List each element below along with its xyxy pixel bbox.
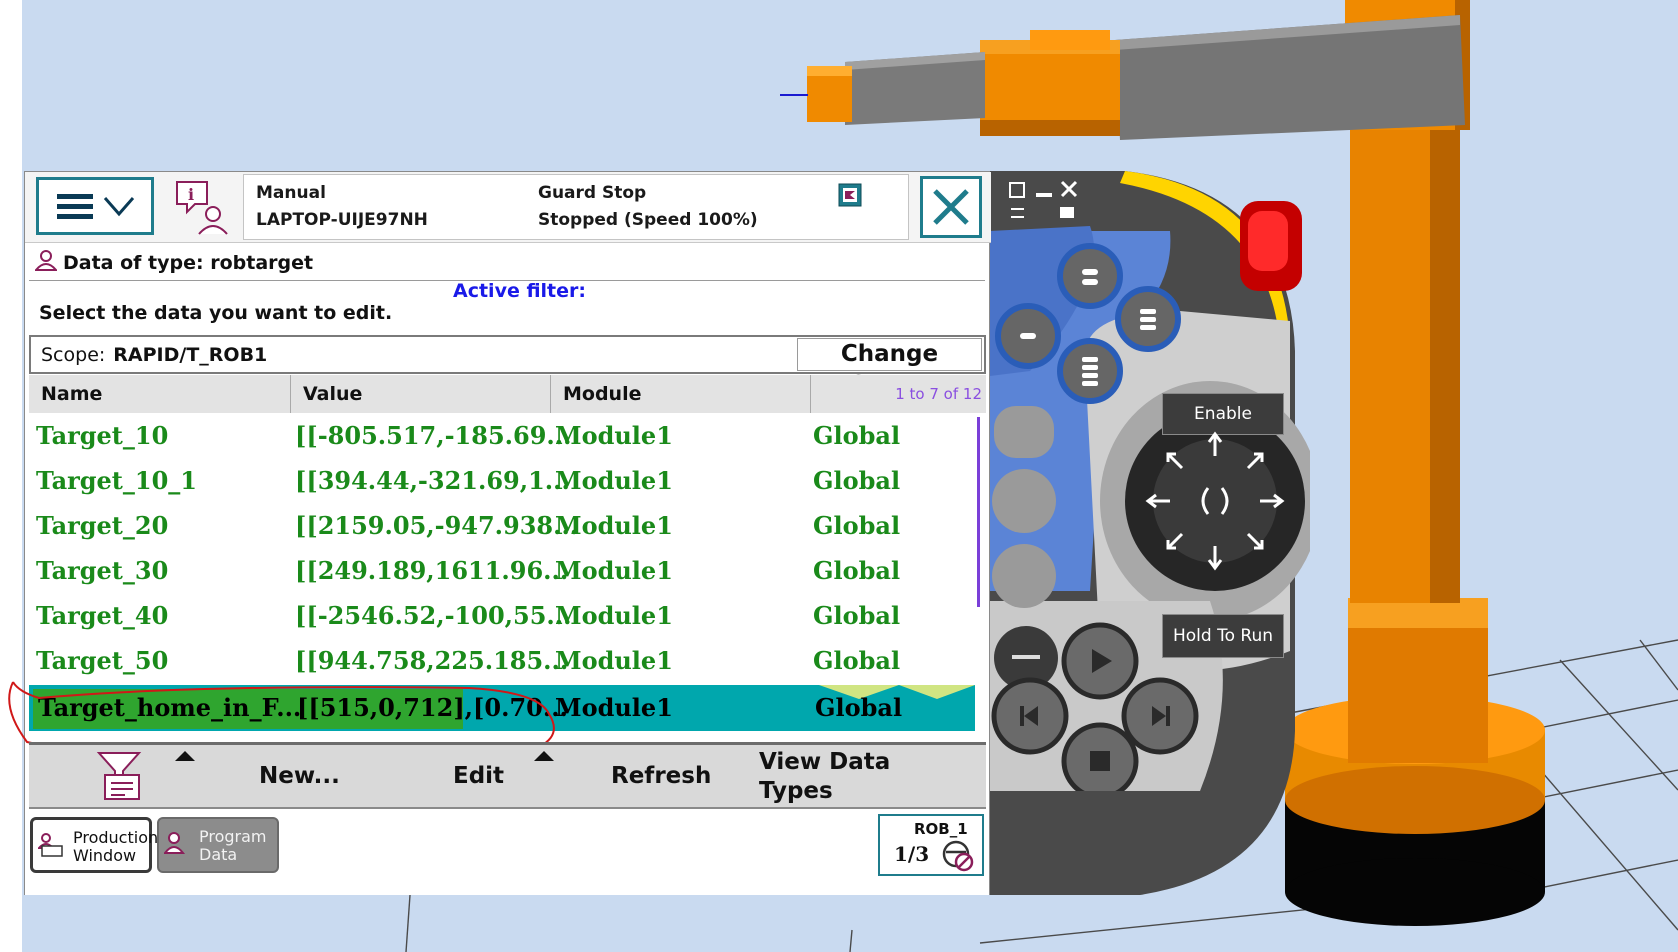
row-module: Module1 <box>555 693 673 722</box>
scope-label-text: Scope: <box>41 344 106 366</box>
row-name: Target_10 <box>36 421 169 450</box>
robot-horizontal-arm <box>1115 15 1465 140</box>
table-row[interactable]: Target_20 [[2159.05,-947.938... Module1 … <box>29 503 975 549</box>
event-log-button[interactable]: i <box>173 178 233 236</box>
status-bar: Manual LAPTOP-UIJE97NH Guard Stop Stoppe… <box>243 174 909 240</box>
column-header-name[interactable]: Name <box>29 375 291 413</box>
row-scope: Global <box>813 511 901 540</box>
change-scope-button[interactable]: Change Scope <box>797 338 982 398</box>
row-value: [[394.44,-321.69,1... <box>295 466 570 495</box>
close-button[interactable] <box>920 176 982 238</box>
row-value: [[-805.517,-185.69... <box>295 421 572 450</box>
close-icon <box>933 189 969 225</box>
robot-tool <box>780 52 985 125</box>
filter-menu-arrow <box>175 751 195 761</box>
top-bar: i Manual LAPTOP-UIJE97NH Guard Stop Stop… <box>25 172 991 243</box>
robot-wrist <box>980 30 1120 136</box>
program-data-label: Program Data <box>199 827 267 864</box>
row-count: 1 to 7 of 12 <box>895 385 982 403</box>
edit-button[interactable]: Edit <box>453 745 504 807</box>
svg-text:i: i <box>188 185 194 204</box>
page-title: Data of type: robtarget <box>35 250 313 274</box>
scope-label: Scope: RAPID/T_ROB1 <box>41 344 267 366</box>
production-window-tab[interactable]: Production Window <box>30 817 158 873</box>
edit-menu-arrow <box>534 751 554 761</box>
window-controls[interactable] <box>1008 179 1098 225</box>
view-data-types-line1: View Data <box>759 749 891 775</box>
row-module: Module1 <box>555 511 673 540</box>
robot-stopped-icon <box>942 840 974 872</box>
data-person-icon <box>35 250 57 271</box>
run-status: Stopped (Speed 100%) <box>538 210 758 230</box>
table-row[interactable]: Target_10 [[-805.517,-185.69... Module1 … <box>29 413 975 459</box>
robot-vertical-arm <box>1350 118 1460 603</box>
emergency-stop-button <box>1240 201 1302 291</box>
production-window-label: Production Window <box>73 828 159 865</box>
row-name: Target_40 <box>36 601 169 630</box>
operating-mode: Manual <box>256 183 326 203</box>
row-value: [[-2546.52,-100,55... <box>295 601 572 630</box>
active-filter-label: Active filter: <box>453 280 586 302</box>
row-module: Module1 <box>555 466 673 495</box>
table-header: Name Value Module 1 to 7 of 12 <box>29 375 986 414</box>
taskbar: Production Window Program Data ROB_1 1/3 <box>25 809 989 895</box>
new-button[interactable]: New... <box>259 745 340 807</box>
refresh-button[interactable]: Refresh <box>611 745 711 807</box>
filter-icon[interactable] <box>95 751 145 801</box>
info-person-icon: i <box>176 181 228 235</box>
column-header-value[interactable]: Value <box>291 375 551 413</box>
view-data-types-line2: Types <box>759 778 833 804</box>
row-scope: Global <box>813 646 901 675</box>
instruction-text: Select the data you want to edit. <box>39 302 393 324</box>
program-run-buttons[interactable] <box>990 621 1200 791</box>
guard-status: Guard Stop <box>538 183 647 203</box>
row-value: [[249.189,1611.96... <box>295 556 569 585</box>
speed-fraction: 1/3 <box>894 842 930 866</box>
program-data-icon <box>164 832 186 854</box>
robot-name: ROB_1 <box>914 820 968 838</box>
row-scope: Global <box>813 601 901 630</box>
scrollbar[interactable] <box>977 417 980 607</box>
scope-row: Scope: RAPID/T_ROB1 Change Scope <box>29 335 986 398</box>
row-scope: Global <box>813 466 901 495</box>
status-flag-icon[interactable] <box>838 183 862 207</box>
column-header-module[interactable]: Module <box>551 375 811 413</box>
page-title-text: Data of type: robtarget <box>63 252 314 274</box>
controller-name: LAPTOP-UIJE97NH <box>256 210 428 230</box>
row-module: Module1 <box>555 421 673 450</box>
table-row[interactable]: Target_40 [[-2546.52,-100,55... Module1 … <box>29 593 975 639</box>
row-scope: Global <box>815 693 903 722</box>
hamburger-menu-icon <box>57 194 135 219</box>
flexpendant-window: i Manual LAPTOP-UIJE97NH Guard Stop Stop… <box>8 171 991 895</box>
row-name: Target_10_1 <box>36 466 197 495</box>
pendant-hardware: Enable Hold To Run <box>990 171 1320 895</box>
robot-base <box>1285 598 1545 926</box>
row-module: Module1 <box>555 646 673 675</box>
row-scope: Global <box>813 556 901 585</box>
command-bar: New... Edit Refresh View Data Types <box>29 742 986 809</box>
quickset-button[interactable]: ROB_1 1/3 <box>878 814 984 876</box>
production-window-icon <box>38 833 63 857</box>
scope-value: RAPID/T_ROB1 <box>113 344 268 366</box>
row-name: Target_20 <box>36 511 169 540</box>
row-value: [[2159.05,-947.938... <box>295 511 579 540</box>
table-row[interactable]: Target_10_1 [[394.44,-321.69,1... Module… <box>29 458 975 504</box>
program-data-tab[interactable]: Program Data <box>157 817 279 873</box>
joystick-icon[interactable] <box>1140 426 1290 576</box>
row-module: Module1 <box>555 556 673 585</box>
view-data-types-button[interactable]: View Data Types <box>759 748 890 806</box>
table-row[interactable]: Target_30 [[249.189,1611.96... Module1 G… <box>29 548 975 594</box>
row-name: Target_30 <box>36 556 169 585</box>
main-menu-button[interactable] <box>36 177 154 235</box>
row-scope: Global <box>813 421 901 450</box>
row-module: Module1 <box>555 601 673 630</box>
